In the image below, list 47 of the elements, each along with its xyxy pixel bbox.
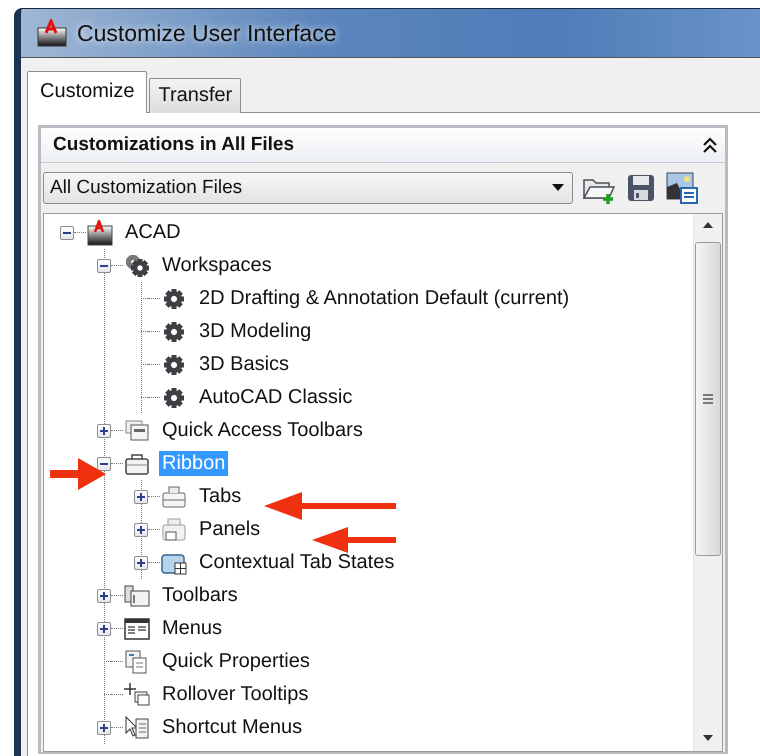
tree-item[interactable]: Panels (196, 517, 264, 542)
panel-title: Customizations in All Files (53, 134, 294, 156)
expand-toggle[interactable] (97, 720, 111, 734)
collapse-toggle[interactable] (97, 258, 111, 272)
save-icon[interactable] (625, 172, 657, 204)
expand-toggle[interactable] (134, 522, 148, 536)
tree-item[interactable]: 3D Modeling (196, 319, 314, 344)
tab[interactable]: Transfer (149, 78, 242, 113)
expand-toggle[interactable] (97, 424, 111, 438)
tree-item[interactable]: ACAD (122, 220, 184, 245)
panels-icon (160, 516, 188, 542)
tree-item[interactable]: Quick Properties (159, 649, 313, 674)
caret-icon (552, 184, 564, 192)
file-filter-dropdown[interactable]: All Customization Files (43, 172, 573, 204)
toolbar-icon (123, 418, 151, 444)
image-icon[interactable] (665, 171, 699, 205)
shortcut-menu-icon (123, 714, 151, 740)
expand-toggle[interactable] (97, 588, 111, 602)
scrollbar-thumb[interactable] (695, 242, 721, 556)
collapse-toggle[interactable] (60, 226, 74, 240)
dropdown-value: All Customization Files (50, 177, 242, 199)
collapse-toggle[interactable] (97, 456, 111, 470)
tree-item[interactable]: Workspaces (159, 253, 275, 278)
app-logo-icon (86, 220, 114, 246)
collapse-icon[interactable] (701, 136, 719, 154)
tree-item[interactable]: 2D Drafting & Annotation Default (current) (196, 286, 572, 311)
expand-toggle[interactable] (134, 490, 148, 504)
scrollbar[interactable] (693, 214, 722, 751)
tab[interactable]: Customize (27, 71, 148, 113)
tree-item[interactable]: Shortcut Menus (159, 715, 306, 740)
menus-icon (123, 616, 151, 642)
tree-item[interactable]: Tabs (196, 484, 244, 509)
expand-toggle[interactable] (134, 556, 148, 570)
tabs-icon (160, 484, 188, 510)
tree-item[interactable]: Quick Access Toolbars (159, 418, 366, 443)
tree-item[interactable]: Toolbars (159, 583, 241, 608)
window-title: Customize User Interface (77, 20, 336, 46)
tree-item[interactable]: Contextual Tab States (196, 550, 398, 575)
tree-item[interactable]: AutoCAD Classic (196, 385, 356, 410)
tree-item[interactable]: 3D Basics (196, 352, 292, 377)
tree-item[interactable]: Menus (159, 616, 226, 641)
gears-icon (123, 252, 151, 278)
tree-item[interactable]: Rollover Tooltips (159, 682, 312, 707)
app-logo-icon (37, 19, 67, 47)
tooltips-icon (123, 682, 151, 708)
grip-icon (702, 393, 714, 405)
expand-toggle[interactable] (97, 622, 111, 636)
